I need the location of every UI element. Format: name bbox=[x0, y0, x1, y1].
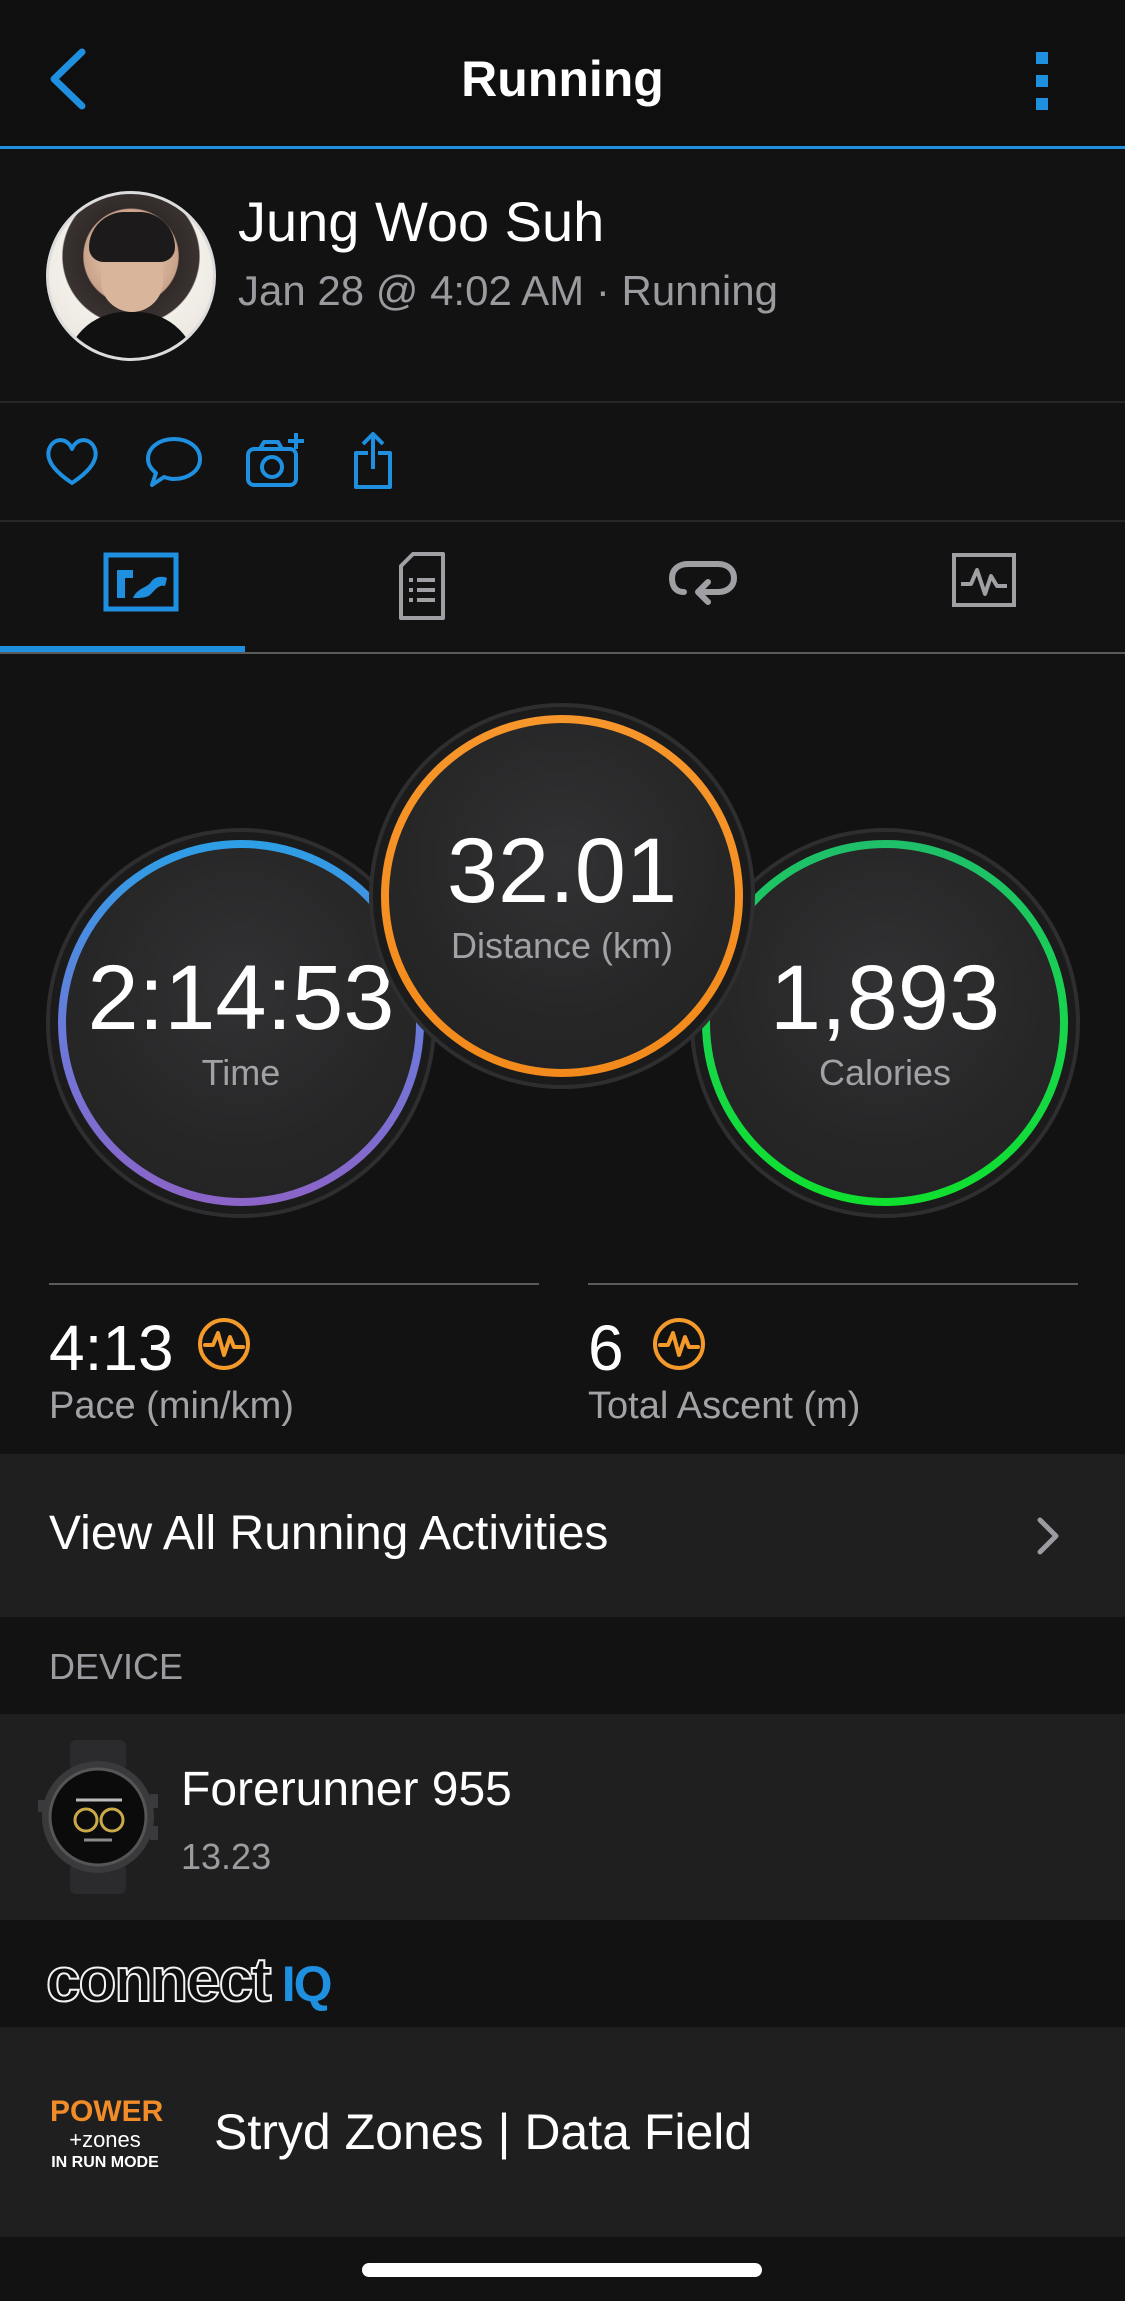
heart-icon[interactable] bbox=[40, 429, 104, 493]
watch-icon bbox=[36, 1740, 160, 1894]
view-all-label: View All Running Activities bbox=[49, 1507, 609, 1560]
share-icon[interactable] bbox=[346, 429, 410, 493]
charts-tab-icon bbox=[951, 553, 1016, 607]
overview-tab-icon bbox=[103, 552, 178, 612]
chevron-right-icon bbox=[1034, 1512, 1062, 1560]
add-photo-icon[interactable] bbox=[244, 429, 308, 493]
pace-label: Pace (min/km) bbox=[49, 1385, 294, 1427]
distance-value: 32.01 bbox=[446, 820, 678, 922]
pace-activity-icon bbox=[197, 1317, 251, 1371]
details-tab-icon bbox=[398, 552, 445, 620]
device-version: 13.23 bbox=[181, 1836, 272, 1877]
active-tab-indicator bbox=[0, 646, 245, 652]
social-actions bbox=[0, 403, 1125, 522]
device-name: Forerunner 955 bbox=[181, 1763, 512, 1816]
home-indicator[interactable] bbox=[362, 2263, 762, 2277]
ascent-activity-icon bbox=[652, 1317, 706, 1371]
device-row[interactable]: Forerunner 955 13.23 bbox=[0, 1714, 1125, 1920]
calories-label: Calories bbox=[818, 1052, 952, 1093]
tab-overview[interactable] bbox=[0, 522, 281, 652]
top-bar: Running bbox=[0, 0, 1125, 149]
ascent-stat[interactable]: 6 Total Ascent (m) bbox=[588, 1283, 1078, 1435]
tab-details[interactable] bbox=[281, 522, 562, 652]
laps-tab-icon bbox=[668, 561, 737, 605]
activity-summary: 2:14:53 Time 1,893 Calories 32.01 Distan… bbox=[0, 654, 1125, 1274]
time-label: Time bbox=[201, 1052, 281, 1093]
comment-icon[interactable] bbox=[142, 429, 206, 493]
activity-owner: Jung Woo Suh Jan 28 @ 4:02 AM · Running bbox=[0, 149, 1125, 403]
connect-iq-suffix: IQ bbox=[281, 1956, 333, 2012]
device-section-label: DEVICE bbox=[49, 1646, 184, 1687]
view-all-running-activities[interactable]: View All Running Activities bbox=[0, 1454, 1125, 1617]
ascent-label: Total Ascent (m) bbox=[588, 1385, 861, 1427]
tab-charts[interactable] bbox=[843, 522, 1124, 652]
pace-value: 4:13 bbox=[49, 1312, 174, 1384]
time-ring[interactable]: 2:14:53 Time bbox=[58, 840, 424, 1206]
time-value: 2:14:53 bbox=[87, 947, 395, 1049]
app-name: Stryd Zones | Data Field bbox=[214, 2104, 753, 2160]
activity-screen: Running Jung Woo Suh Jan 28 @ 4:02 AM · … bbox=[0, 0, 1125, 2301]
connect-iq-wordmark: connect bbox=[45, 1945, 273, 2016]
calories-value: 1,893 bbox=[769, 947, 1001, 1049]
tab-laps[interactable] bbox=[562, 522, 843, 652]
pace-stat[interactable]: 4:13 Pace (min/km) bbox=[49, 1283, 539, 1435]
more-options-icon[interactable] bbox=[1030, 48, 1054, 114]
activity-tabs bbox=[0, 522, 1125, 654]
user-name[interactable]: Jung Woo Suh bbox=[238, 189, 604, 254]
avatar[interactable] bbox=[46, 191, 216, 361]
page-title: Running bbox=[461, 51, 664, 107]
activity-date-type: Jan 28 @ 4:02 AM · Running bbox=[238, 267, 778, 314]
connect-iq-app-row[interactable]: POWER +zones IN RUN MODE Stryd Zones | D… bbox=[0, 2027, 1125, 2237]
connect-iq-logo: connect IQ bbox=[45, 1945, 333, 2016]
distance-ring[interactable]: 32.01 Distance (km) bbox=[381, 715, 743, 1077]
distance-label: Distance (km) bbox=[450, 925, 674, 966]
stryd-app-logo: POWER +zones IN RUN MODE bbox=[50, 2095, 164, 2171]
calories-ring[interactable]: 1,893 Calories bbox=[702, 840, 1068, 1206]
ascent-value: 6 bbox=[588, 1312, 624, 1384]
